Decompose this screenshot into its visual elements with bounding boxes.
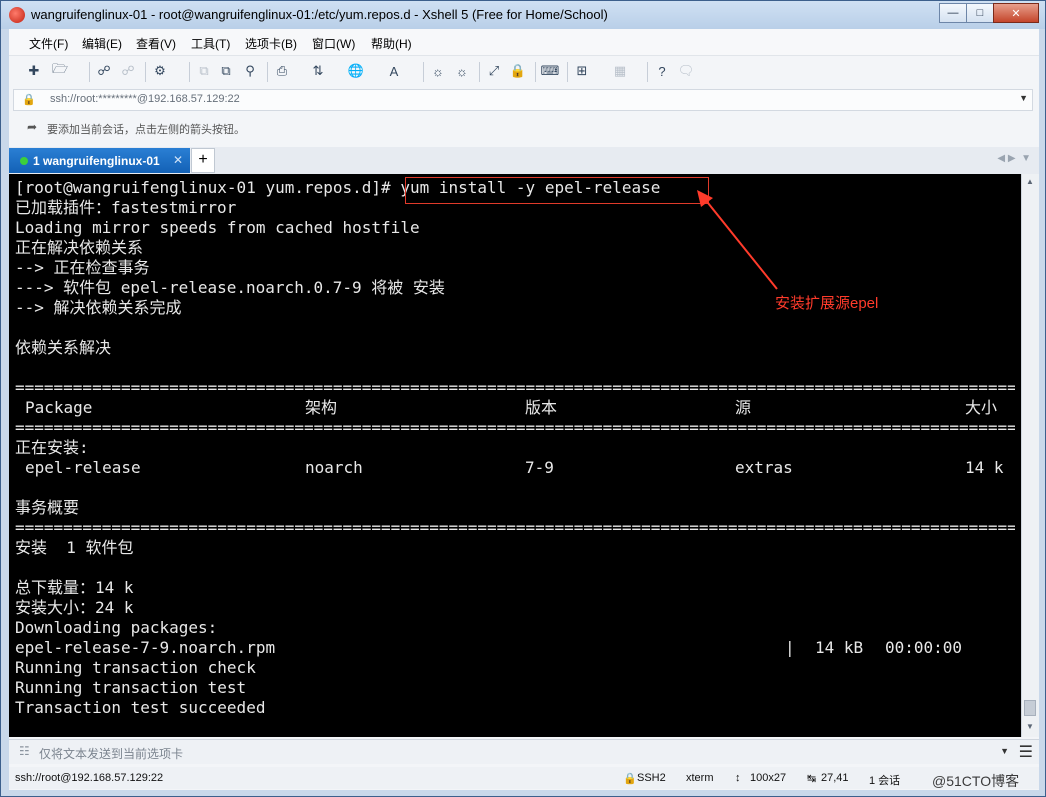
layout-icon[interactable]: ▦ <box>611 62 629 80</box>
vertical-scrollbar[interactable]: ▲ ▼ <box>1021 174 1039 737</box>
compose-placeholder: 仅将文本发送到当前选项卡 <box>39 747 184 761</box>
status-bar: ssh://root@192.168.57.129:22 🔒 SSH2 xter… <box>9 767 1039 789</box>
scroll-down-icon[interactable]: ▼ <box>1026 722 1034 731</box>
fullscreen-icon[interactable]: ⤢ <box>485 62 503 80</box>
properties-icon[interactable]: ⚙ <box>151 62 169 80</box>
reconnect-icon[interactable]: ☍ <box>95 62 113 80</box>
status-sessions: 1 会话 <box>869 775 901 787</box>
address-text: ssh://root:*********@192.168.57.129:22 <box>50 93 240 105</box>
watermark: @51CTO博客 <box>932 773 1020 789</box>
open-folder-icon[interactable]: 🗁 <box>51 61 69 80</box>
lock-icon: 🔒 <box>22 94 36 106</box>
toolbar: ✚ 🗁 ☍ ☍ ⚙ ⧉ ⧉ ⚲ ⎙ ⇅ 🌐 A ☼ ☼ ⤢ 🔒 ⌨ ⊞ ▦ ? … <box>9 55 1039 86</box>
tab-label: 1 wangruifenglinux-01 <box>33 154 160 168</box>
address-bar[interactable]: 🔒 ssh://root:*********@192.168.57.129:22… <box>13 89 1033 111</box>
menu-file[interactable]: 文件(F) <box>29 35 68 52</box>
close-button[interactable]: ✕ <box>993 3 1039 23</box>
tab-session[interactable]: 1 wangruifenglinux-01 ✕ <box>9 148 190 173</box>
send-text-icon: ☷ <box>19 744 30 758</box>
menu-bar: 文件(F) 编辑(E) 查看(V) 工具(T) 选项卡(B) 窗口(W) 帮助(… <box>9 29 1039 55</box>
new-tab-icon[interactable]: ⊞ <box>573 62 591 80</box>
help-icon[interactable]: ? <box>653 62 671 80</box>
scroll-up-icon[interactable]: ▲ <box>1026 177 1034 186</box>
disconnect-icon[interactable]: ☍ <box>119 62 137 80</box>
chevron-down-icon[interactable]: ▼ <box>1019 93 1028 103</box>
status-size: 100x27 <box>750 772 787 784</box>
status-protocol: SSH2 <box>637 772 666 784</box>
annotation-text: 安装扩展源epel <box>775 295 879 312</box>
arrow-hint-icon[interactable]: ➦ <box>27 120 37 134</box>
tab-bar: 1 wangruifenglinux-01 ✕ + ◀ ▶ ▼ <box>9 147 1039 174</box>
status-terminal-type: xterm <box>686 772 714 784</box>
lock-icon: 🔒 <box>623 773 637 785</box>
xshell-logo-icon <box>9 7 25 23</box>
transfer-icon[interactable]: ⇅ <box>309 62 327 80</box>
menu-help[interactable]: 帮助(H) <box>371 35 412 52</box>
maximize-button[interactable]: □ <box>966 3 994 23</box>
add-tab-button[interactable]: + <box>191 148 215 173</box>
font-icon[interactable]: A <box>385 62 403 80</box>
new-session-icon[interactable]: ✚ <box>25 62 43 80</box>
paste-icon[interactable]: ⧉ <box>217 62 235 80</box>
session-hint-bar: ➦ 要添加当前会话，点击左侧的箭头按钮。 <box>9 115 1039 141</box>
resize-icon: ↕ <box>735 772 741 784</box>
compose-bar[interactable]: ☷ 仅将文本发送到当前选项卡 ▼ ☰ <box>9 739 1039 764</box>
menu-icon[interactable]: ☰ <box>1019 742 1033 762</box>
scroll-thumb[interactable] <box>1024 700 1036 716</box>
menu-window[interactable]: 窗口(W) <box>312 35 355 52</box>
script-icon[interactable]: ☼ <box>453 62 471 80</box>
chevron-down-icon[interactable]: ▼ <box>1000 746 1009 756</box>
title-bar[interactable]: wangruifenglinux-01 - root@wangruifengli… <box>1 1 1045 29</box>
lock-icon[interactable]: 🔒 <box>509 62 527 80</box>
minimize-button[interactable]: — <box>939 3 967 23</box>
keyboard-icon[interactable]: ⌨ <box>541 62 560 80</box>
menu-tools[interactable]: 工具(T) <box>191 35 230 52</box>
copy-icon[interactable]: ⧉ <box>195 62 213 80</box>
hint-text: 要添加当前会话，点击左侧的箭头按钮。 <box>47 124 245 136</box>
window-title: wangruifenglinux-01 - root@wangruifengli… <box>31 7 608 22</box>
xftp-icon[interactable]: ☼ <box>429 62 447 80</box>
annotation-arrow <box>697 190 778 290</box>
chat-icon[interactable]: 🗨 <box>677 62 695 80</box>
terminal[interactable]: [root@wangruifenglinux-01 yum.repos.d]# … <box>9 174 1021 737</box>
app-window: wangruifenglinux-01 - root@wangruifengli… <box>0 0 1046 797</box>
globe-icon[interactable]: 🌐 <box>347 62 365 80</box>
tab-navigation[interactable]: ◀ ▶ ▼ <box>997 153 1031 164</box>
menu-view[interactable]: 查看(V) <box>136 35 176 52</box>
status-address: ssh://root@192.168.57.129:22 <box>15 772 164 784</box>
connected-status-icon <box>20 157 28 165</box>
status-cursor: 27,41 <box>821 772 849 784</box>
cursor-icon: ↹ <box>807 773 817 785</box>
find-icon[interactable]: ⚲ <box>241 62 259 80</box>
menu-edit[interactable]: 编辑(E) <box>82 35 122 52</box>
main-area: 文件(F) 编辑(E) 查看(V) 工具(T) 选项卡(B) 窗口(W) 帮助(… <box>9 29 1039 790</box>
print-icon[interactable]: ⎙ <box>273 62 291 80</box>
menu-tab[interactable]: 选项卡(B) <box>245 35 297 52</box>
close-tab-icon[interactable]: ✕ <box>173 153 183 167</box>
